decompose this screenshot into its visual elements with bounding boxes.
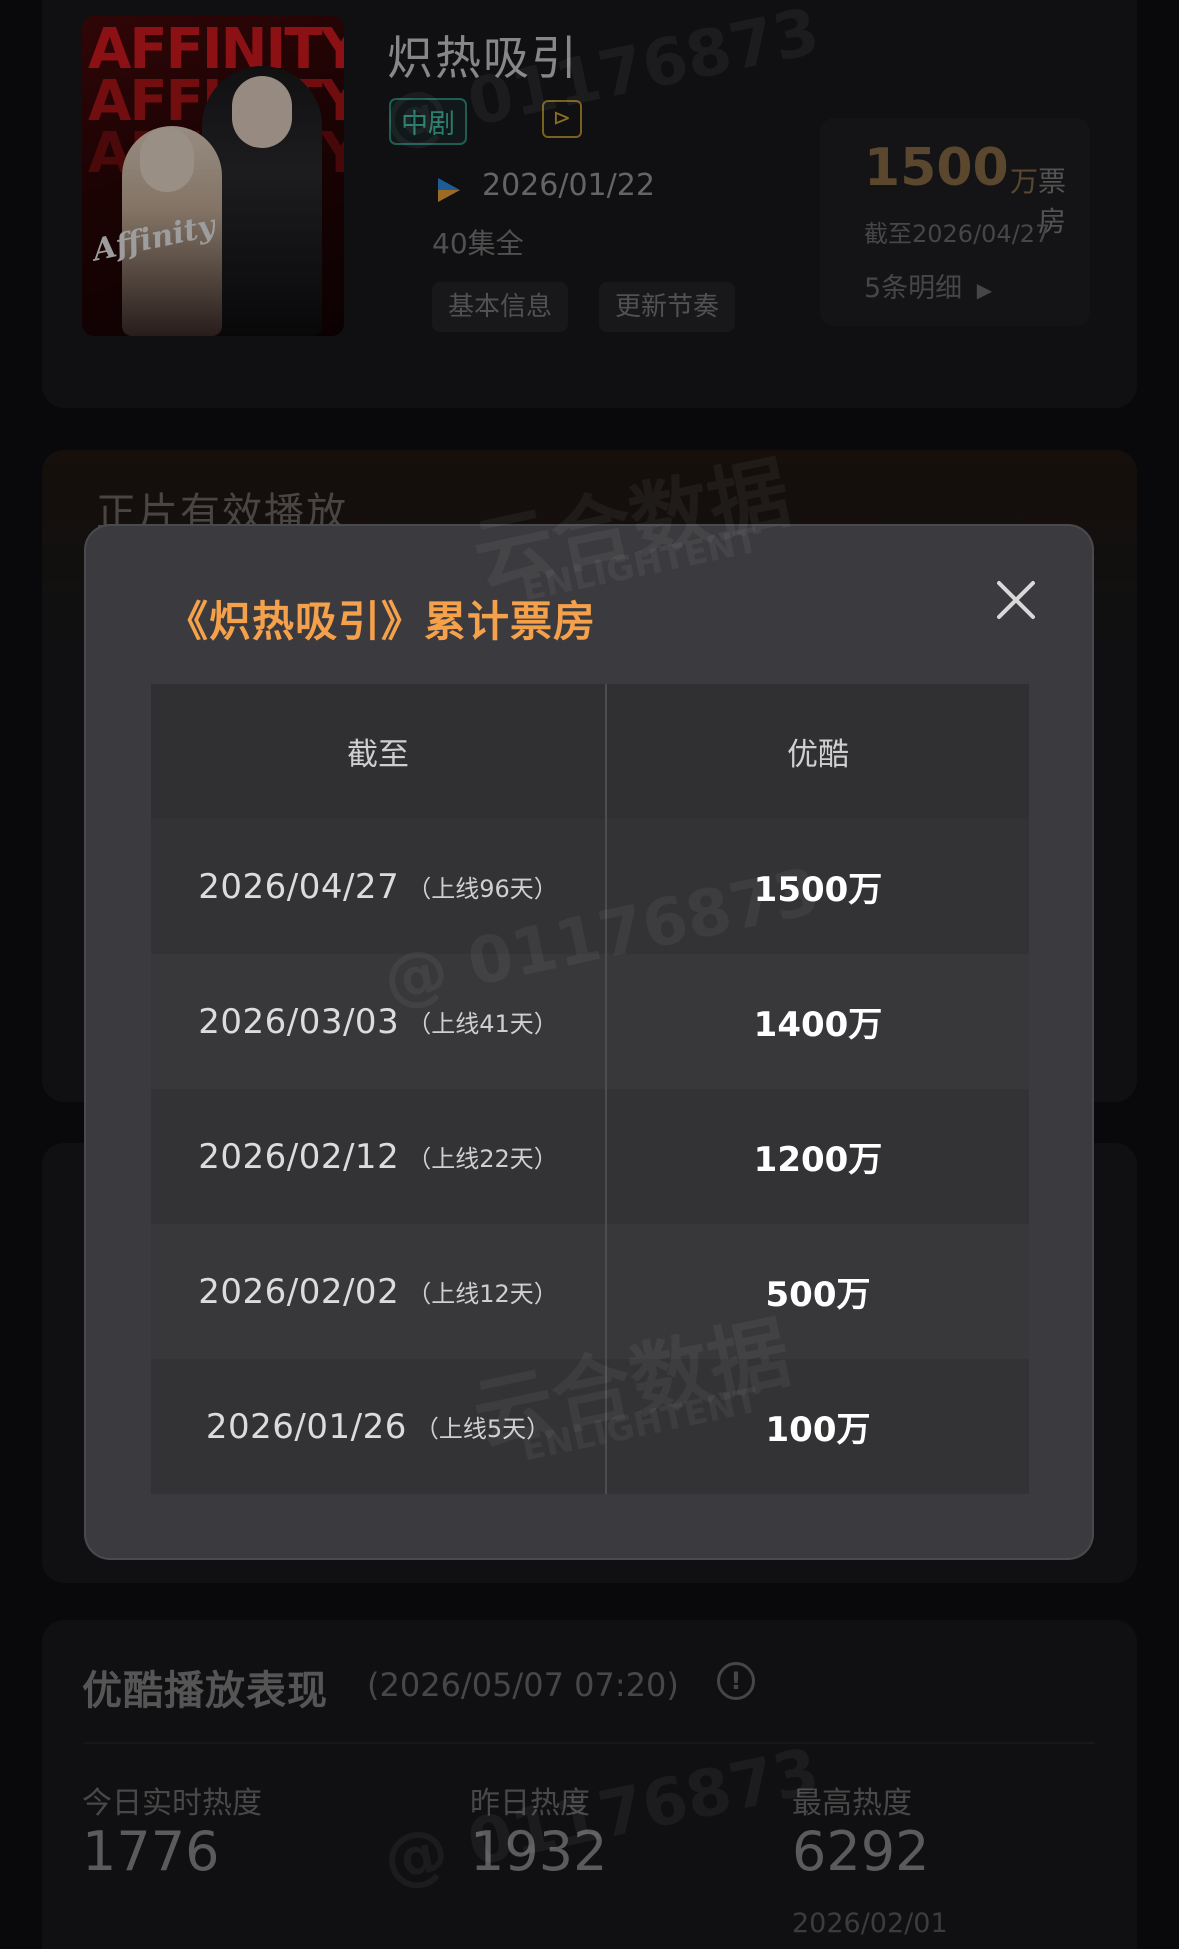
table-header-cell: 截至	[151, 684, 607, 819]
row-days-online: （上线41天）	[407, 1010, 558, 1038]
row-days-online: （上线96天）	[407, 875, 558, 903]
box-office-table: 截至 优酷 2026/04/27 （上线96天） 1500万 2026/03/0…	[151, 684, 1029, 1494]
row-amount: 1400万	[753, 1005, 883, 1045]
table-cell-date: 2026/01/26 （上线5天）	[151, 1359, 607, 1494]
close-icon[interactable]	[986, 570, 1046, 630]
row-days-online: （上线22天）	[407, 1145, 558, 1173]
table-row: 2026/03/03 （上线41天） 1400万	[151, 954, 1029, 1089]
table-row: 2026/02/02 （上线12天） 500万	[151, 1224, 1029, 1359]
row-amount: 100万	[765, 1410, 871, 1450]
table-cell-date: 2026/03/03 （上线41天）	[151, 954, 607, 1089]
table-row: 2026/01/26 （上线5天） 100万	[151, 1359, 1029, 1494]
row-date: 2026/01/26	[205, 1406, 407, 1447]
row-amount: 500万	[765, 1275, 871, 1315]
column-header-youku: 优酷	[787, 737, 849, 773]
row-date: 2026/03/03	[198, 1001, 400, 1042]
table-cell-date: 2026/04/27 （上线96天）	[151, 819, 607, 954]
table-header-row: 截至 优酷	[151, 684, 1029, 819]
row-days-online: （上线12天）	[407, 1280, 558, 1308]
row-date: 2026/04/27	[198, 866, 400, 907]
modal-title: 《炽热吸引》累计票房	[166, 597, 597, 646]
table-cell-amount: 100万	[607, 1359, 1029, 1494]
table-header-cell: 优酷	[607, 684, 1029, 819]
table-cell-amount: 1400万	[607, 954, 1029, 1089]
row-date: 2026/02/02	[198, 1271, 400, 1312]
table-row: 2026/02/12 （上线22天） 1200万	[151, 1089, 1029, 1224]
row-amount: 1200万	[753, 1140, 883, 1180]
box-office-modal: 《炽热吸引》累计票房 截至 优酷 2026/04/27 （上线96天） 1500…	[86, 526, 1092, 1558]
table-cell-date: 2026/02/12 （上线22天）	[151, 1089, 607, 1224]
table-cell-date: 2026/02/02 （上线12天）	[151, 1224, 607, 1359]
table-cell-amount: 1500万	[607, 819, 1029, 954]
row-date: 2026/02/12	[198, 1136, 400, 1177]
table-row: 2026/04/27 （上线96天） 1500万	[151, 819, 1029, 954]
row-amount: 1500万	[753, 870, 883, 910]
row-days-online: （上线5天）	[414, 1415, 551, 1443]
page: AFFINITY AFFINITY AFFINITY Affinity 炽热吸引…	[0, 0, 1179, 1949]
table-cell-amount: 1200万	[607, 1089, 1029, 1224]
table-cell-amount: 500万	[607, 1224, 1029, 1359]
column-header-date: 截至	[347, 737, 409, 773]
